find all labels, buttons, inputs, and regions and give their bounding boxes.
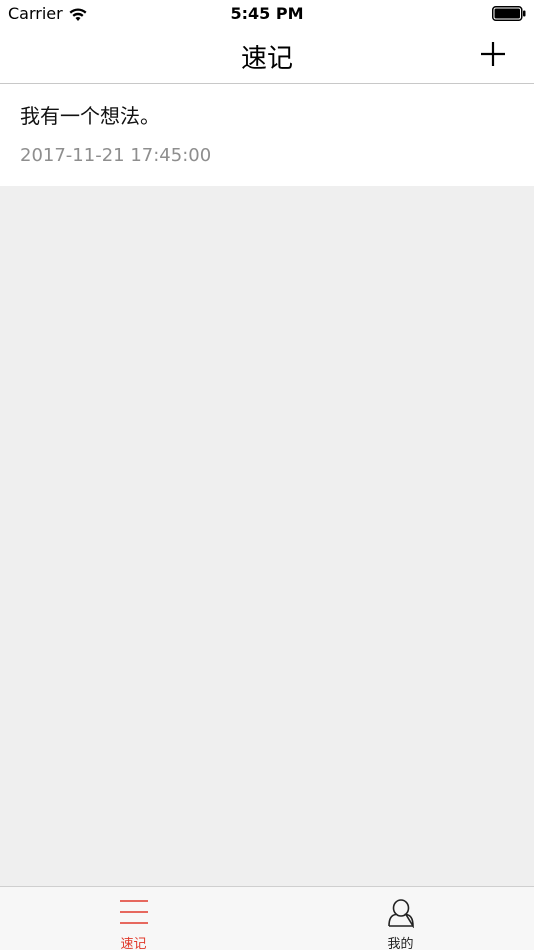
app-screen: Carrier 5:45 PM 速记 我有一个想法。 2017-11-21 17… (0, 0, 534, 950)
tab-profile[interactable]: 我的 (267, 887, 534, 950)
navigation-bar: 速记 (0, 28, 534, 84)
status-bar: Carrier 5:45 PM (0, 0, 534, 28)
note-text: 我有一个想法。 (20, 104, 160, 128)
tab-notes[interactable]: 速记 (0, 887, 267, 950)
person-icon (386, 898, 416, 928)
list-lines-icon (119, 898, 149, 928)
page-title: 速记 (240, 44, 293, 74)
add-note-button[interactable] (478, 39, 508, 69)
tab-profile-label: 我的 (387, 937, 414, 950)
note-list: 我有一个想法。 2017-11-21 17:45:00 (0, 84, 534, 186)
tab-bar: 速记 我的 (0, 886, 534, 950)
note-date: 2017-11-21 17:45:00 (20, 145, 212, 166)
battery-icon (492, 6, 526, 21)
status-time: 5:45 PM (230, 4, 304, 23)
plus-icon (481, 42, 505, 66)
list-item[interactable]: 我有一个想法。 2017-11-21 17:45:00 (0, 84, 534, 186)
tab-notes-label: 速记 (120, 937, 147, 950)
